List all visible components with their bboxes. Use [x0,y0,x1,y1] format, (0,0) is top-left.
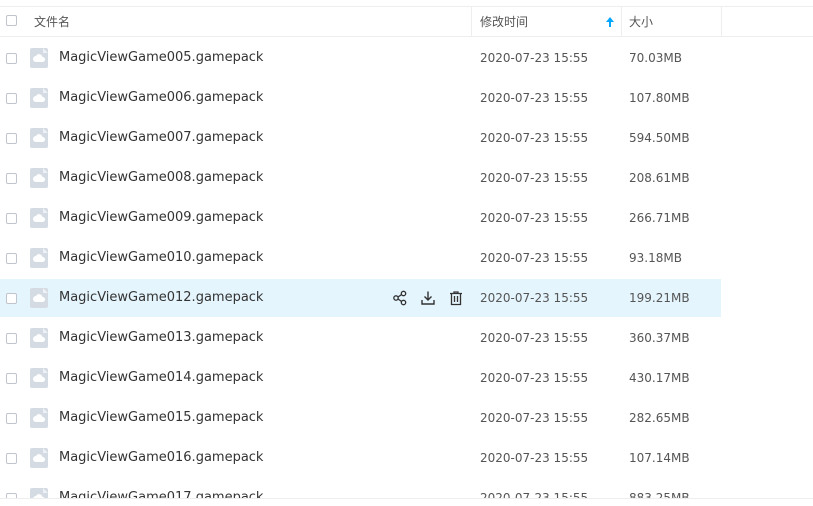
file-name-link[interactable]: MagicViewGame012.gamepack [59,278,263,318]
cloud-file-icon [30,208,48,228]
file-size: 107.14MB [629,451,690,465]
file-list-header: 文件名 修改时间 大小 [0,6,813,37]
file-row[interactable]: MagicViewGame006.gamepack 2020-07-23 15:5… [0,78,813,118]
file-row[interactable]: MagicViewGame009.gamepack 2020-07-23 15:5… [0,198,813,238]
file-name-link[interactable]: MagicViewGame013.gamepack [59,318,263,358]
row-checkbox[interactable] [6,253,17,264]
file-size: 199.21MB [629,291,690,305]
file-modified-time: 2020-07-23 15:55 [480,131,589,145]
file-size: 883.25MB [629,491,690,498]
file-row[interactable]: MagicViewGame012.gamepack 2020-07-23 15:5… [0,278,813,318]
cloud-file-icon [30,448,48,468]
file-name-link[interactable]: MagicViewGame005.gamepack [59,38,263,78]
column-header-modified[interactable]: 修改时间 [480,7,528,37]
file-name-link[interactable]: MagicViewGame016.gamepack [59,438,263,478]
cloud-file-icon [30,328,48,348]
row-checkbox[interactable] [6,453,17,464]
file-name-link[interactable]: MagicViewGame009.gamepack [59,198,263,238]
cloud-file-icon [30,248,48,268]
column-divider[interactable] [721,7,722,37]
file-row[interactable]: MagicViewGame015.gamepack 2020-07-23 15:5… [0,398,813,438]
file-modified-time: 2020-07-23 15:55 [480,371,589,385]
file-row[interactable]: MagicViewGame007.gamepack 2020-07-23 15:5… [0,118,813,158]
file-size: 282.65MB [629,411,690,425]
cloud-file-icon [30,48,48,68]
row-checkbox[interactable] [6,213,17,224]
file-modified-time: 2020-07-23 15:55 [480,331,589,345]
file-row[interactable]: MagicViewGame014.gamepack 2020-07-23 15:5… [0,358,813,398]
file-row[interactable]: MagicViewGame013.gamepack 2020-07-23 15:5… [0,318,813,358]
column-header-size[interactable]: 大小 [629,7,653,37]
row-checkbox[interactable] [6,173,17,184]
cloud-file-icon [30,128,48,148]
row-checkbox[interactable] [6,413,17,424]
row-checkbox[interactable] [6,53,17,64]
file-modified-time: 2020-07-23 15:55 [480,91,589,105]
file-name-link[interactable]: MagicViewGame014.gamepack [59,358,263,398]
file-row[interactable]: MagicViewGame010.gamepack 2020-07-23 15:5… [0,238,813,278]
file-list: MagicViewGame005.gamepack 2020-07-23 15:5… [0,38,813,498]
cloud-file-icon [30,288,48,308]
row-checkbox[interactable] [6,293,17,304]
cloud-file-icon [30,88,48,108]
file-name-link[interactable]: MagicViewGame017.gamepack [59,478,263,498]
file-modified-time: 2020-07-23 15:55 [480,251,589,265]
file-size: 266.71MB [629,211,690,225]
cloud-file-icon [30,488,48,498]
file-name-link[interactable]: MagicViewGame008.gamepack [59,158,263,198]
file-size: 360.37MB [629,331,690,345]
file-name-link[interactable]: MagicViewGame006.gamepack [59,78,263,118]
delete-icon[interactable] [448,290,464,306]
file-size: 430.17MB [629,371,690,385]
select-all-checkbox[interactable] [6,15,17,26]
file-size: 93.18MB [629,251,682,265]
file-size: 208.61MB [629,171,690,185]
file-modified-time: 2020-07-23 15:55 [480,171,589,185]
download-icon[interactable] [420,290,436,306]
file-size: 70.03MB [629,51,682,65]
file-row[interactable]: MagicViewGame017.gamepack 2020-07-23 15:5… [0,478,813,498]
row-checkbox[interactable] [6,373,17,384]
cloud-file-icon [30,168,48,188]
row-checkbox[interactable] [6,333,17,344]
file-modified-time: 2020-07-23 15:55 [480,211,589,225]
sort-asc-arrow-icon[interactable] [605,16,615,28]
file-row[interactable]: MagicViewGame005.gamepack 2020-07-23 15:5… [0,38,813,78]
file-size: 107.80MB [629,91,690,105]
file-name-link[interactable]: MagicViewGame007.gamepack [59,118,263,158]
file-name-link[interactable]: MagicViewGame010.gamepack [59,238,263,278]
row-checkbox[interactable] [6,133,17,144]
file-modified-time: 2020-07-23 15:55 [480,451,589,465]
column-divider[interactable] [621,7,622,37]
cloud-file-icon [30,408,48,428]
column-divider[interactable] [471,7,472,37]
file-size: 594.50MB [629,131,690,145]
column-header-name[interactable]: 文件名 [34,7,70,37]
file-modified-time: 2020-07-23 15:55 [480,51,589,65]
file-modified-time: 2020-07-23 15:55 [480,291,589,305]
share-icon[interactable] [392,290,408,306]
list-bottom-divider [0,498,813,499]
cloud-file-icon [30,368,48,388]
file-modified-time: 2020-07-23 15:55 [480,491,589,498]
row-checkbox[interactable] [6,93,17,104]
file-row[interactable]: MagicViewGame008.gamepack 2020-07-23 15:5… [0,158,813,198]
file-name-link[interactable]: MagicViewGame015.gamepack [59,398,263,438]
file-modified-time: 2020-07-23 15:55 [480,411,589,425]
file-row[interactable]: MagicViewGame016.gamepack 2020-07-23 15:5… [0,438,813,478]
